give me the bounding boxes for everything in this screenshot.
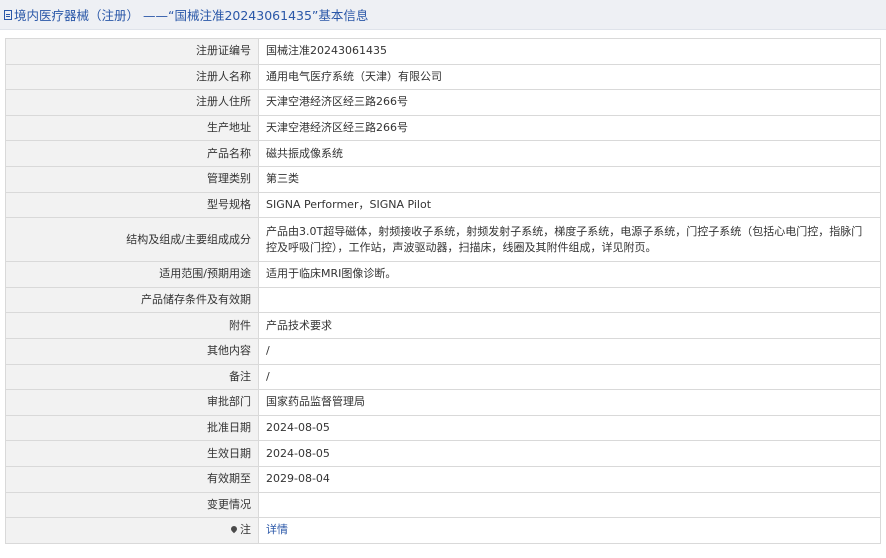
table-row: 有效期至 2029-08-04 (5, 465, 881, 493)
table-row: 审批部门 国家药品监督管理局 (5, 389, 881, 416)
page-header: 境内医疗器械（注册） ——“国械注准20243061435”基本信息 (0, 0, 886, 30)
field-label-change-history: 变更情况 (5, 491, 259, 519)
table-row: 适用范围/预期用途 适用于临床MRI图像诊断。 (5, 261, 881, 288)
table-row: 型号规格 SIGNA Performer，SIGNA Pilot (5, 191, 881, 219)
field-label-registrant-address: 注册人住所 (5, 89, 259, 116)
table-row: 注 详情 (5, 517, 881, 544)
field-value-registration-number: 国械注准20243061435 (258, 38, 881, 65)
field-value-other-content: / (258, 337, 881, 365)
field-label-expiry-date: 有效期至 (5, 465, 259, 493)
details-link[interactable]: 详情 (266, 523, 288, 536)
field-label-approval-date: 批准日期 (5, 414, 259, 442)
table-row: 注册人名称 通用电气医疗系统（天津）有限公司 (5, 63, 881, 91)
field-label-intended-use: 适用范围/预期用途 (5, 261, 259, 288)
field-label-production-address: 生产地址 (5, 114, 259, 142)
field-value-intended-use: 适用于临床MRI图像诊断。 (258, 261, 881, 288)
field-value-remarks: / (258, 363, 881, 391)
field-value-attachment: 产品技术要求 (258, 312, 881, 339)
field-label-model-spec: 型号规格 (5, 191, 259, 219)
field-value-product-name: 磁共振成像系统 (258, 140, 881, 167)
table-row: 变更情况 (5, 491, 881, 519)
page-title: 境内医疗器械（注册） ——“国械注准20243061435”基本信息 (14, 8, 369, 23)
table-row: 备注 / (5, 363, 881, 391)
field-value-registrant-name: 通用电气医疗系统（天津）有限公司 (258, 63, 881, 91)
field-label-registration-number: 注册证编号 (5, 38, 259, 65)
field-value-production-address: 天津空港经济区经三路266号 (258, 114, 881, 142)
table-row: 批准日期 2024-08-05 (5, 414, 881, 442)
field-label-product-name: 产品名称 (5, 140, 259, 167)
table-row: 注册证编号 国械注准20243061435 (5, 38, 881, 65)
note-label: 注 (240, 523, 251, 537)
field-value-approval-date: 2024-08-05 (258, 414, 881, 442)
table-row: 附件 产品技术要求 (5, 312, 881, 339)
table-row: 其他内容 / (5, 337, 881, 365)
field-value-storage-conditions (258, 286, 881, 314)
table-row: 管理类别 第三类 (5, 165, 881, 193)
table-row: 生产地址 天津空港经济区经三路266号 (5, 114, 881, 142)
field-label-storage-conditions: 产品储存条件及有效期 (5, 286, 259, 314)
field-label-note: 注 (5, 517, 259, 544)
field-label-effective-date: 生效日期 (5, 440, 259, 467)
location-pin-icon (229, 525, 239, 534)
field-value-registrant-address: 天津空港经济区经三路266号 (258, 89, 881, 116)
registration-info-table: 注册证编号 国械注准20243061435 注册人名称 通用电气医疗系统（天津）… (5, 38, 881, 544)
field-value-model-spec: SIGNA Performer，SIGNA Pilot (258, 191, 881, 219)
field-value-note: 详情 (258, 517, 881, 544)
field-label-approval-department: 审批部门 (5, 389, 259, 416)
table-row: 结构及组成/主要组成成分 产品由3.0T超导磁体，射频接收子系统，射频发射子系统… (5, 217, 881, 263)
field-label-remarks: 备注 (5, 363, 259, 391)
field-label-other-content: 其他内容 (5, 337, 259, 365)
field-label-registrant-name: 注册人名称 (5, 63, 259, 91)
field-value-management-category: 第三类 (258, 165, 881, 193)
table-row: 生效日期 2024-08-05 (5, 440, 881, 467)
field-value-expiry-date: 2029-08-04 (258, 465, 881, 493)
field-label-management-category: 管理类别 (5, 165, 259, 193)
field-label-structure-composition: 结构及组成/主要组成成分 (5, 217, 259, 263)
field-value-structure-composition: 产品由3.0T超导磁体，射频接收子系统，射频发射子系统，梯度子系统，电源子系统，… (258, 217, 881, 263)
field-value-approval-department: 国家药品监督管理局 (258, 389, 881, 416)
table-row: 产品储存条件及有效期 (5, 286, 881, 314)
table-row: 注册人住所 天津空港经济区经三路266号 (5, 89, 881, 116)
field-value-effective-date: 2024-08-05 (258, 440, 881, 467)
field-label-attachment: 附件 (5, 312, 259, 339)
document-icon (4, 9, 12, 20)
field-value-change-history (258, 491, 881, 519)
table-row: 产品名称 磁共振成像系统 (5, 140, 881, 167)
